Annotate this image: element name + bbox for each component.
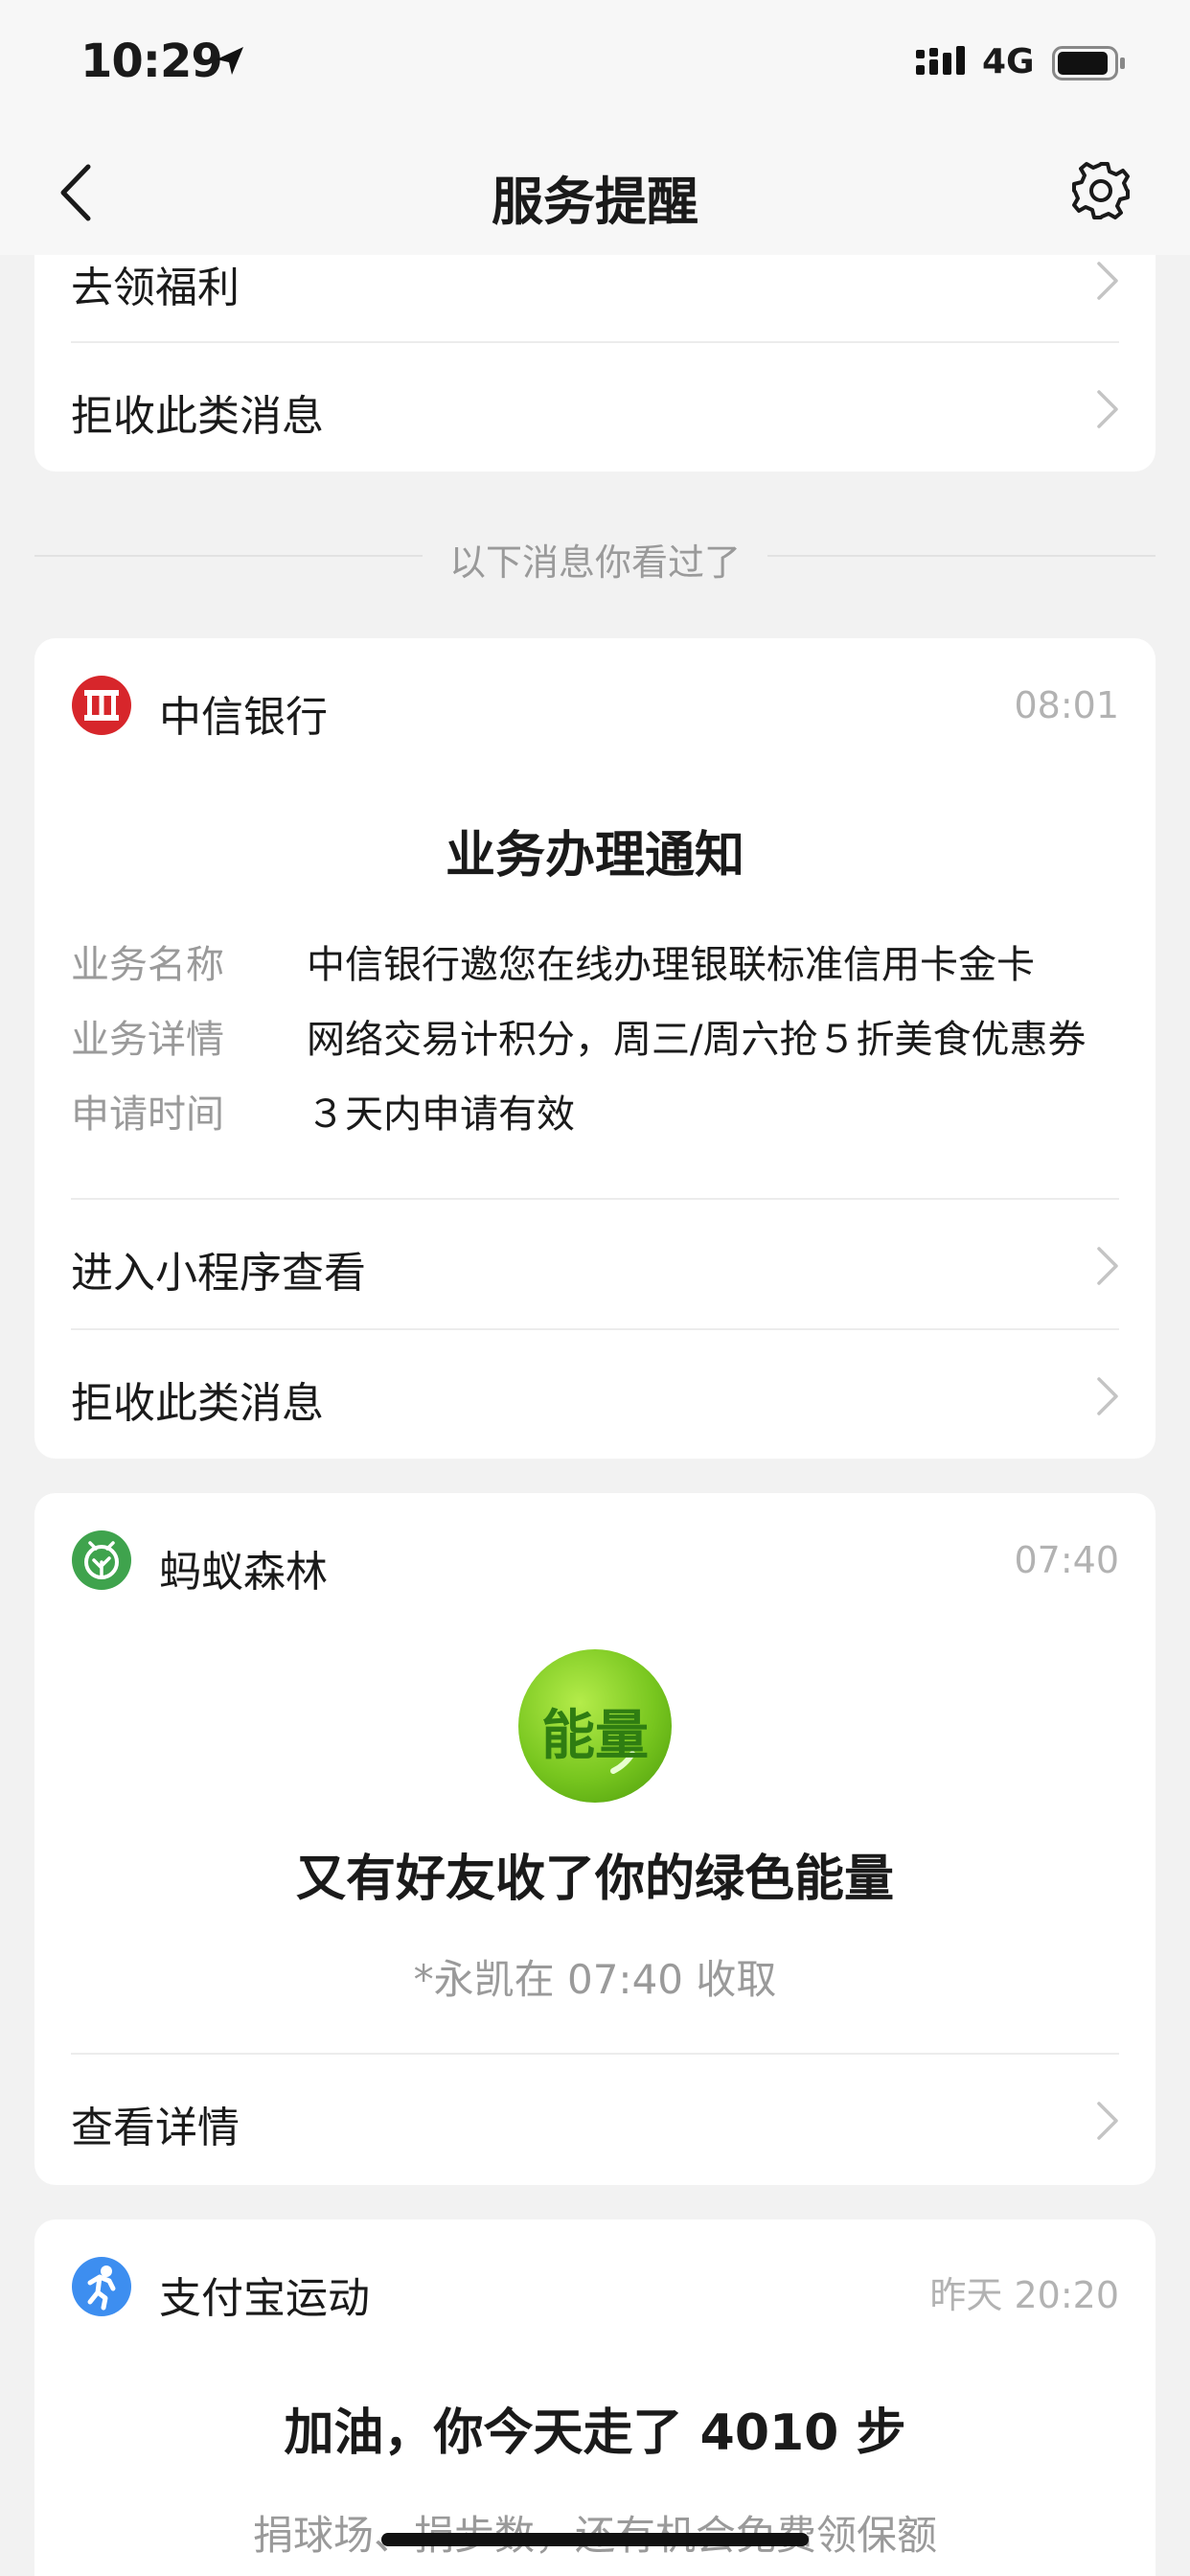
message-title: 又有好友收了你的绿色能量 bbox=[295, 1851, 894, 1908]
row-label: 查看详情 bbox=[71, 2104, 240, 2152]
network-type: 4G bbox=[982, 42, 1035, 81]
message-card-citic: 中信银行 08:01 业务办理通知 业务名称 中信银行邀您在线办理银联标准信用卡… bbox=[34, 638, 1156, 1459]
detail-value: 网络交易计积分，周三/周六抢５折美食优惠券 bbox=[307, 1018, 1087, 1062]
row-label: 拒收此类消息 bbox=[71, 392, 324, 441]
alipay-sport-logo-icon bbox=[71, 2256, 132, 2317]
home-indicator[interactable] bbox=[381, 2533, 809, 2546]
detail-key: 申请时间 bbox=[71, 1092, 224, 1137]
message-card-ant-forest: 蚂蚁森林 07:40 能量 又有好友收了你的绿色能量 *永凯在 07:40 收取… bbox=[34, 1493, 1156, 2185]
chevron-right-icon bbox=[1096, 2101, 1119, 2145]
detail-key: 业务名称 bbox=[71, 943, 224, 987]
card-header: 中信银行 08:01 bbox=[71, 675, 1119, 742]
settings-gear-icon[interactable] bbox=[1069, 159, 1133, 226]
message-time: 昨天 20:20 bbox=[929, 2274, 1119, 2316]
detail-row: 申请时间 ３天内申请有效 bbox=[71, 1083, 1119, 1144]
ant-forest-logo-icon bbox=[71, 1530, 132, 1591]
detail-row: 业务名称 中信银行邀您在线办理银联标准信用卡金卡 bbox=[71, 933, 1119, 995]
detail-key: 业务详情 bbox=[71, 1018, 224, 1062]
sender-name: 支付宝运动 bbox=[159, 2274, 370, 2323]
chevron-right-icon bbox=[1096, 389, 1119, 433]
location-arrow-icon bbox=[213, 44, 247, 82]
message-title: 加油，你今天走了 4010 步 bbox=[284, 2404, 906, 2462]
sender-name: 蚂蚁森林 bbox=[159, 1548, 328, 1597]
reject-messages-row[interactable]: 拒收此类消息 bbox=[71, 1332, 1119, 1460]
nav-bar: 服务提醒 bbox=[0, 130, 1190, 255]
detail-row: 业务详情 网络交易计积分，周三/周六抢５折美食优惠券 bbox=[71, 1008, 1119, 1070]
status-bar: 10:29 4G bbox=[0, 0, 1190, 130]
detail-value: ３天内申请有效 bbox=[307, 1092, 575, 1137]
message-card-previous: 去领福利 拒收此类消息 bbox=[34, 220, 1156, 472]
energy-badge: 能量 bbox=[517, 1648, 673, 1804]
signal-icon bbox=[916, 46, 970, 80]
detail-value: 中信银行邀您在线办理银联标准信用卡金卡 bbox=[307, 943, 1035, 987]
row-label: 进入小程序查看 bbox=[71, 1249, 366, 1298]
card-header: 蚂蚁森林 07:40 bbox=[71, 1530, 1119, 1597]
seen-divider: 以下消息你看过了 bbox=[34, 529, 1156, 584]
message-time: 08:01 bbox=[1014, 684, 1119, 726]
message-subtitle: *永凯在 07:40 收取 bbox=[413, 1956, 777, 2003]
divider bbox=[71, 2053, 1119, 2055]
divider bbox=[71, 1328, 1119, 1330]
card-header: 支付宝运动 昨天 20:20 bbox=[71, 2256, 1119, 2323]
chevron-right-icon bbox=[1096, 1376, 1119, 1420]
row-label: 拒收此类消息 bbox=[71, 1379, 324, 1428]
chevron-right-icon bbox=[1096, 261, 1119, 305]
status-time: 10:29 bbox=[80, 34, 223, 88]
row-label: 去领福利 bbox=[71, 264, 240, 312]
citic-logo-icon bbox=[71, 675, 132, 736]
reject-messages-row[interactable]: 拒收此类消息 bbox=[71, 345, 1119, 473]
message-time: 07:40 bbox=[1014, 1539, 1119, 1581]
chevron-right-icon bbox=[1096, 1246, 1119, 1290]
message-title: 业务办理通知 bbox=[445, 827, 744, 885]
view-details-row[interactable]: 查看详情 bbox=[71, 2057, 1119, 2185]
divider bbox=[71, 341, 1119, 343]
page-title: 服务提醒 bbox=[492, 172, 698, 232]
sender-name: 中信银行 bbox=[159, 693, 328, 742]
battery-icon bbox=[1052, 46, 1129, 84]
message-card-alipay-sport: 支付宝运动 昨天 20:20 加油，你今天走了 4010 步 捐球场、捐步数，还… bbox=[34, 2220, 1156, 2576]
seen-divider-text: 以下消息你看过了 bbox=[448, 541, 741, 584]
energy-badge-text: 能量 bbox=[541, 1705, 649, 1767]
divider bbox=[71, 1198, 1119, 1200]
open-mini-program-row[interactable]: 进入小程序查看 bbox=[71, 1202, 1119, 1330]
